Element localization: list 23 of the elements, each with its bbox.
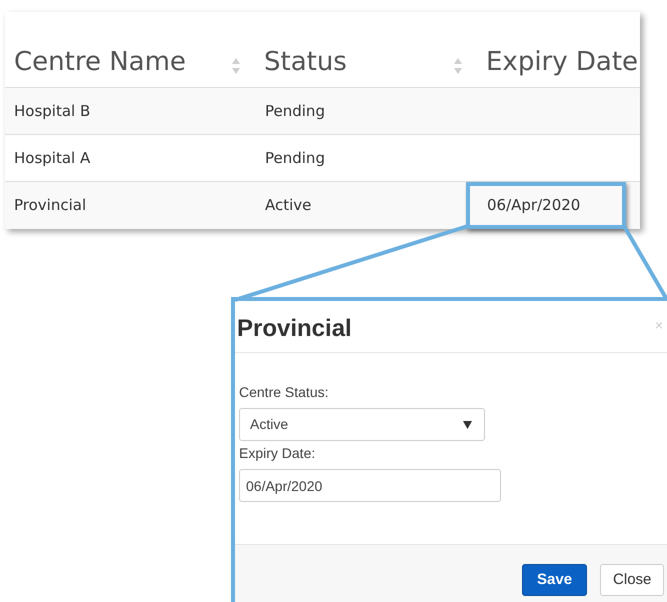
field-label: Centre Status: — [239, 383, 330, 401]
status-select[interactable]: Active — [239, 408, 485, 441]
column-header[interactable]: Status — [264, 49, 347, 75]
save-button[interactable]: Save — [522, 564, 588, 596]
table-row[interactable]: Hospital A Pending — [5, 135, 640, 182]
column-header[interactable]: Expiry Date — [486, 49, 638, 75]
table-cell: Hospital B — [14, 102, 90, 120]
date-input[interactable]: 06/Apr/2020 — [239, 469, 501, 502]
close-dialog-button[interactable]: Close — [600, 564, 664, 596]
table-row[interactable]: Hospital B Pending — [5, 88, 640, 135]
dialog-title: Provincial — [237, 314, 352, 344]
table-cell: Provincial — [14, 196, 86, 214]
table-cell: Hospital A — [14, 148, 90, 167]
sort-icon[interactable] — [231, 57, 241, 75]
table-cell-text: 06/Apr/2020 — [487, 195, 580, 216]
table-cell: Pending — [265, 102, 325, 120]
table-cell: Active — [265, 196, 312, 214]
sort-icon[interactable] — [453, 57, 463, 75]
table-row[interactable]: Provincial Active 06/Apr/2020 — [5, 182, 640, 229]
field-label: Expiry Date: — [239, 444, 316, 462]
table-cell: Pending — [265, 148, 325, 167]
caret-icon — [463, 420, 472, 428]
column-header[interactable]: Centre Name — [14, 49, 186, 75]
